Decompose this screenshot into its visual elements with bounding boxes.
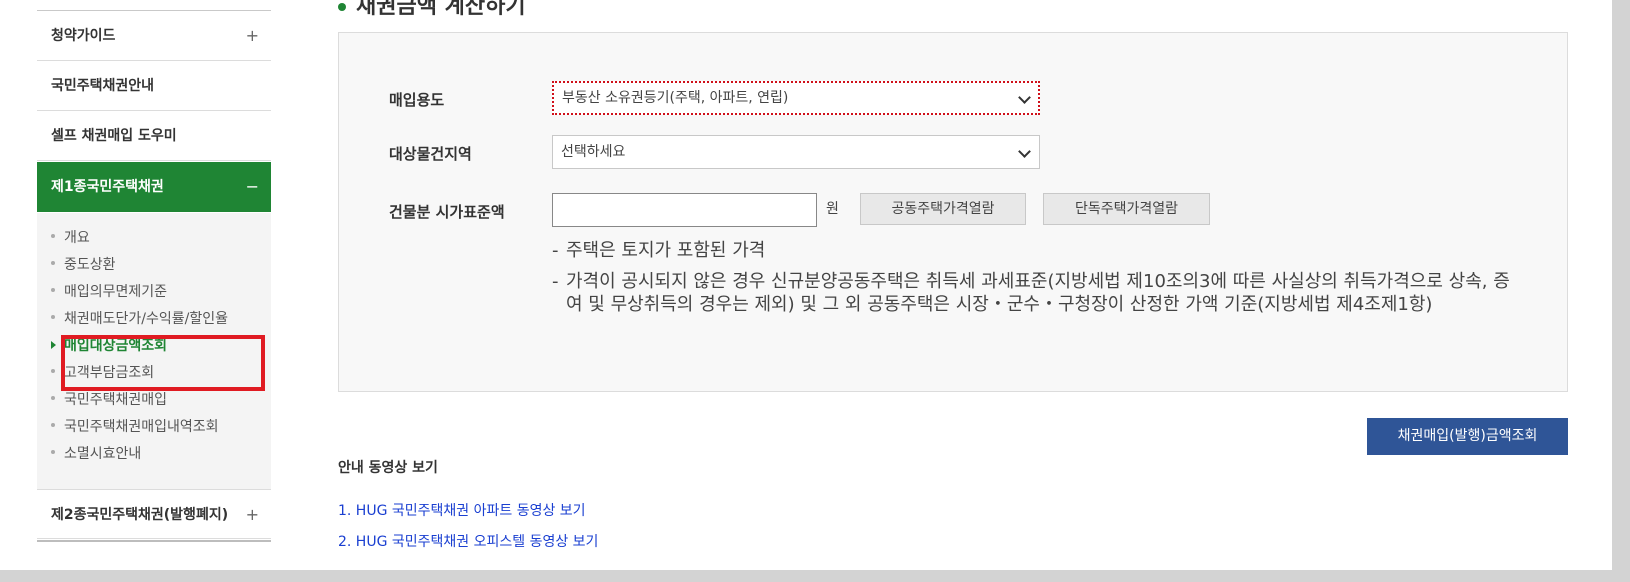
expand-icon[interactable]: + bbox=[246, 490, 259, 540]
sidebar-item-bond-info[interactable]: 국민주택채권안내 bbox=[37, 61, 271, 111]
sidebar-item-label: 셀프 채권매입 도우미 bbox=[51, 128, 177, 144]
sidebar-item-subscription-guide[interactable]: 청약가이드 + bbox=[37, 11, 271, 61]
sidebar-item-label: 청약가이드 bbox=[51, 28, 116, 44]
submenu-item-purchase-amount-lookup[interactable]: 매입대상금액조회 bbox=[51, 333, 167, 359]
submenu-item-early-redemption[interactable]: 중도상환 bbox=[51, 252, 116, 278]
current-arrow-icon bbox=[51, 341, 56, 349]
house-price-lookup-button[interactable]: 단독주택가격열람 bbox=[1043, 193, 1210, 225]
apt-price-lookup-button[interactable]: 공동주택가격열람 bbox=[860, 193, 1026, 225]
video-section-title: 안내 동영상 보기 bbox=[338, 460, 438, 476]
bullet-icon bbox=[51, 450, 55, 454]
submenu-item-prescription-info[interactable]: 소멸시효안내 bbox=[51, 441, 141, 467]
calculation-form: 매입용도 부동산 소유권등기(주택, 아파트, 연립) 대상물건지역 선택하세요… bbox=[338, 32, 1568, 392]
bullet-icon bbox=[51, 315, 55, 319]
note-item: - 주택은 토지가 포함된 가격 bbox=[552, 240, 766, 261]
standard-price-input[interactable] bbox=[552, 193, 817, 227]
note-item: - 가격이 공시되지 않은 경우 신규분양공동주택은 취득세 과세표준(지방세법… bbox=[552, 271, 1510, 315]
bullet-icon bbox=[51, 369, 55, 373]
sidebar-item-label: 제2종국민주택채권(발행폐지) bbox=[51, 507, 229, 523]
expand-icon[interactable]: + bbox=[246, 11, 259, 61]
submenu-item-bond-purchase[interactable]: 국민주택채권매입 bbox=[51, 387, 167, 413]
purpose-label: 매입용도 bbox=[389, 91, 445, 109]
price-unit: 원 bbox=[826, 201, 839, 217]
bullet-icon bbox=[51, 261, 55, 265]
submenu-item-purchase-history[interactable]: 국민주택채권매입내역조회 bbox=[51, 414, 219, 440]
region-select[interactable]: 선택하세요 bbox=[552, 135, 1040, 169]
sidebar-bottom-divider bbox=[37, 540, 271, 542]
sidebar-item-type2-bond[interactable]: 제2종국민주택채권(발행폐지) + bbox=[37, 489, 271, 539]
purpose-select-value: 부동산 소유권등기(주택, 아파트, 연립) bbox=[562, 90, 789, 106]
collapse-icon[interactable]: − bbox=[246, 162, 259, 212]
sidebar-item-label: 제1종국민주택채권 bbox=[51, 179, 164, 195]
bullet-icon bbox=[51, 234, 55, 238]
bullet-icon bbox=[51, 288, 55, 292]
bond-amount-lookup-button[interactable]: 채권매입(발행)금액조회 bbox=[1367, 418, 1568, 455]
chevron-down-icon bbox=[1018, 145, 1031, 158]
price-label: 건물분 시가표준액 bbox=[389, 203, 505, 221]
page: 청약가이드 + 국민주택채권안내 셀프 채권매입 도우미 제1종국민주택채권 −… bbox=[0, 0, 1612, 570]
submenu-type1-bond: 개요 중도상환 매입의무면제기준 채권매도단가/수익률/할인율 매입대상금액조회… bbox=[37, 213, 271, 489]
video-link-officetel[interactable]: 2. HUG 국민주택채권 오피스텔 동영상 보기 bbox=[338, 531, 598, 551]
region-select-value: 선택하세요 bbox=[561, 144, 626, 160]
bullet-icon bbox=[51, 396, 55, 400]
submenu-item-sale-price-rate[interactable]: 채권매도단가/수익률/할인율 bbox=[51, 306, 228, 332]
chevron-down-icon bbox=[1018, 91, 1031, 104]
video-link-apartment[interactable]: 1. HUG 국민주택채권 아파트 동영상 보기 bbox=[338, 500, 586, 520]
submenu-item-customer-charge-lookup[interactable]: 고객부담금조회 bbox=[51, 360, 154, 386]
page-title: 채권금액 계산하기 bbox=[338, 0, 526, 20]
submenu-item-exemption-criteria[interactable]: 매입의무면제기준 bbox=[51, 279, 167, 305]
bullet-icon bbox=[51, 423, 55, 427]
sidebar-item-self-purchase-helper[interactable]: 셀프 채권매입 도우미 bbox=[37, 111, 271, 161]
purpose-select[interactable]: 부동산 소유권등기(주택, 아파트, 연립) bbox=[552, 81, 1040, 115]
sidebar-item-type1-bond[interactable]: 제1종국민주택채권 − bbox=[37, 162, 271, 212]
submenu-item-overview[interactable]: 개요 bbox=[51, 225, 90, 251]
sidebar-item-label: 국민주택채권안내 bbox=[51, 78, 155, 94]
title-bullet-icon bbox=[338, 3, 346, 11]
region-label: 대상물건지역 bbox=[389, 145, 472, 163]
